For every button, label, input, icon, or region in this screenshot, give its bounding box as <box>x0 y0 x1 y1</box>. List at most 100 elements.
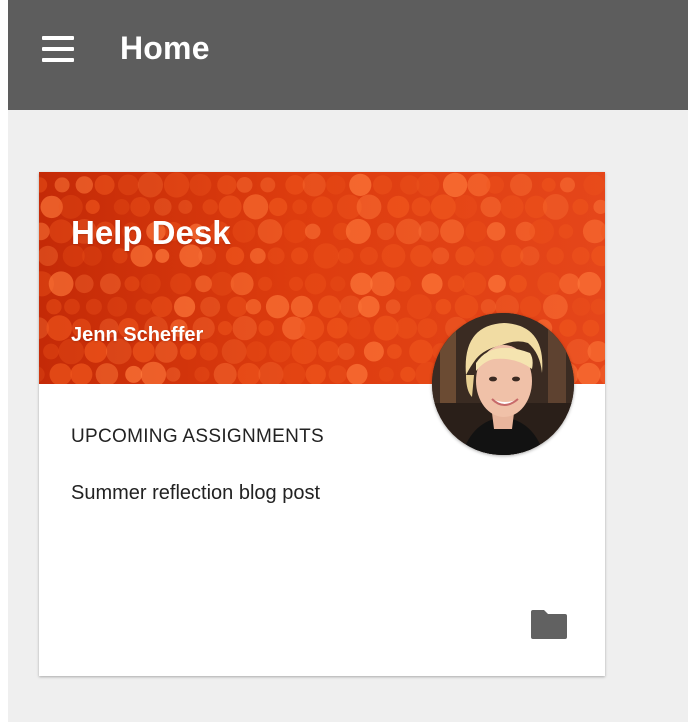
bokeh-dot <box>318 340 340 363</box>
bokeh-dot <box>510 173 533 196</box>
bokeh-dot <box>230 272 254 296</box>
bokeh-dot <box>326 175 346 195</box>
bokeh-dot <box>387 195 410 218</box>
bokeh-dot <box>387 344 402 359</box>
bokeh-dot <box>46 299 62 315</box>
bokeh-dot <box>326 317 348 339</box>
bokeh-dot <box>418 221 440 242</box>
bokeh-dot <box>140 361 167 384</box>
bokeh-dot <box>560 177 575 193</box>
bokeh-dot <box>519 296 542 318</box>
bokeh-dot <box>572 297 591 316</box>
bokeh-dot <box>49 363 72 384</box>
bokeh-dot <box>421 273 443 295</box>
bokeh-dot <box>202 199 218 215</box>
bokeh-dot <box>246 341 267 362</box>
bokeh-dot <box>291 247 308 265</box>
bokeh-dot <box>395 317 418 339</box>
bokeh-dot <box>39 245 58 266</box>
bokeh-dot <box>85 199 100 214</box>
bokeh-dot <box>411 197 431 217</box>
bokeh-dot <box>258 276 273 291</box>
bokeh-dot <box>258 320 274 336</box>
bokeh-dot <box>39 222 50 241</box>
bokeh-dot <box>559 319 577 337</box>
bokeh-dot <box>480 196 502 218</box>
folder-icon <box>531 610 567 639</box>
bokeh-dot <box>54 177 70 193</box>
bokeh-dot <box>350 272 373 295</box>
bokeh-dot <box>64 298 80 315</box>
bokeh-dot <box>49 219 74 244</box>
bokeh-dot <box>400 366 416 382</box>
bokeh-dot <box>257 219 283 244</box>
class-title-link[interactable]: Help Desk <box>71 214 231 252</box>
bokeh-dot <box>509 274 527 293</box>
bokeh-dot <box>337 248 354 264</box>
bokeh-dot <box>417 318 438 338</box>
bokeh-dot <box>537 272 561 296</box>
bokeh-dot <box>453 194 478 219</box>
bokeh-dot <box>189 173 212 196</box>
bokeh-dot <box>381 244 406 268</box>
bokeh-dot <box>232 220 256 243</box>
assignment-link[interactable]: Summer reflection blog post <box>71 482 320 505</box>
bokeh-dot <box>178 199 193 214</box>
bokeh-dot <box>94 174 115 195</box>
bokeh-dot <box>440 219 465 244</box>
bokeh-dot <box>221 339 247 364</box>
bokeh-dot <box>213 362 237 384</box>
bokeh-dot <box>363 341 384 362</box>
bokeh-dot <box>603 179 605 191</box>
bokeh-dot <box>285 175 305 195</box>
bokeh-dot <box>432 247 450 265</box>
bokeh-dot <box>200 296 221 317</box>
bokeh-dot <box>137 172 163 198</box>
teacher-name: Jenn Scheffer <box>71 324 204 346</box>
bokeh-dot <box>430 194 456 220</box>
bokeh-dot <box>356 194 382 220</box>
app-frame: Home Help Desk Jenn Scheffer UPCOMING AS… <box>8 0 688 722</box>
bokeh-dot <box>328 365 347 384</box>
bokeh-dot <box>543 294 568 320</box>
bokeh-dot <box>385 299 401 314</box>
bokeh-dot <box>290 295 313 318</box>
bokeh-dot <box>349 173 372 196</box>
bokeh-dot <box>318 295 341 318</box>
bokeh-dot <box>268 197 288 217</box>
bokeh-dot <box>283 219 308 244</box>
bokeh-dot <box>174 296 196 318</box>
bokeh-dot <box>395 276 411 292</box>
bokeh-dot <box>599 364 605 384</box>
bokeh-dot <box>358 295 380 318</box>
bokeh-dot <box>359 246 378 265</box>
bokeh-dot <box>237 362 261 384</box>
bokeh-dot <box>75 176 93 194</box>
bokeh-dot <box>558 224 574 239</box>
bokeh-dot <box>577 271 602 296</box>
bokeh-dot <box>577 362 601 384</box>
bokeh-dot <box>377 222 395 241</box>
bokeh-dot <box>232 315 257 341</box>
bokeh-dot <box>572 198 589 215</box>
bokeh-dot <box>542 194 569 220</box>
bokeh-dot <box>593 199 605 214</box>
bokeh-dot <box>75 274 94 294</box>
bokeh-dot <box>151 296 173 318</box>
bokeh-dot <box>455 246 475 266</box>
bokeh-dot <box>546 247 564 265</box>
bokeh-dot <box>395 218 422 245</box>
bokeh-dot <box>292 199 308 215</box>
bokeh-dot <box>541 177 556 192</box>
bokeh-dot <box>501 244 524 268</box>
bokeh-dot <box>330 276 346 292</box>
bokeh-dot <box>348 316 371 340</box>
bokeh-dot <box>135 298 152 315</box>
class-folder-button[interactable] <box>529 608 569 640</box>
bokeh-dot <box>249 248 266 264</box>
class-card[interactable]: Help Desk Jenn Scheffer UPCOMING ASSIGNM… <box>39 172 605 676</box>
bokeh-dot <box>486 222 506 241</box>
bokeh-dot <box>48 271 74 297</box>
bokeh-dot <box>442 172 468 198</box>
menu-button[interactable] <box>38 36 78 66</box>
